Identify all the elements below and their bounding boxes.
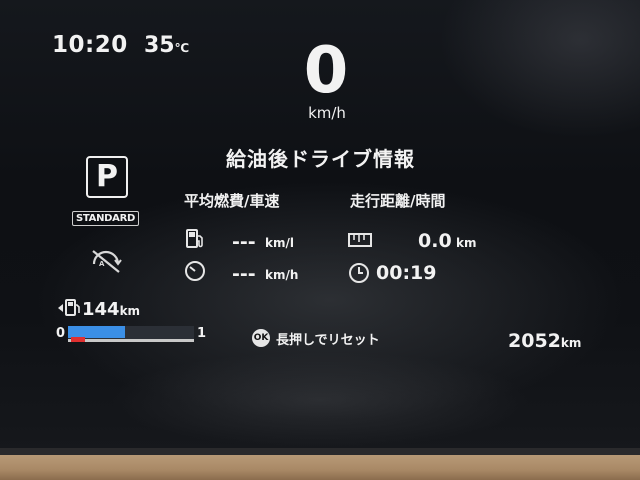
dashboard-trim bbox=[0, 455, 640, 480]
fuel-range-icon bbox=[58, 299, 80, 316]
temperature-unit: ℃ bbox=[174, 41, 190, 55]
range-unit: km bbox=[119, 304, 141, 318]
trip-info-title: 給油後ドライブ情報 bbox=[226, 147, 415, 171]
ruler-icon bbox=[348, 233, 372, 247]
fuel-economy-value: --- bbox=[232, 231, 256, 253]
clock-icon bbox=[349, 263, 369, 283]
fuel-economy-unit: km/l bbox=[265, 236, 294, 250]
average-label: 平均燃費/車速 bbox=[184, 192, 280, 210]
distance-time-label: 走行距離/時間 bbox=[350, 192, 446, 210]
bar-max-label: 1 bbox=[197, 326, 207, 341]
speed-value: 0 bbox=[303, 34, 349, 108]
drive-mode-badge: STANDARD bbox=[72, 211, 139, 226]
auto-stop-off-icon: A bbox=[92, 250, 122, 273]
speed-unit: km/h bbox=[308, 104, 346, 122]
energy-bar-warning bbox=[71, 337, 85, 342]
speedometer-icon bbox=[185, 261, 205, 281]
distance-unit: km bbox=[456, 236, 477, 250]
energy-bar bbox=[68, 326, 194, 342]
outside-temperature: 35℃ bbox=[144, 33, 189, 58]
steering-reflection bbox=[60, 330, 580, 450]
drive-time-value: 00:19 bbox=[376, 262, 437, 284]
energy-bar-baseline bbox=[68, 339, 194, 342]
fuel-pump-icon bbox=[186, 229, 203, 248]
glare bbox=[380, 0, 640, 180]
distance-value: 0.0 bbox=[418, 230, 452, 252]
temperature-value: 35 bbox=[144, 33, 175, 58]
odometer: 2052km bbox=[508, 330, 581, 352]
bar-min-label: 0 bbox=[56, 326, 66, 341]
reset-hint: 長押しでリセット bbox=[276, 333, 380, 348]
cruising-range: 144km bbox=[56, 299, 140, 320]
odometer-unit: km bbox=[560, 336, 582, 350]
range-value: 144 bbox=[82, 299, 120, 320]
odometer-value: 2052 bbox=[508, 330, 561, 352]
park-indicator: P bbox=[86, 156, 128, 198]
clock: 10:20 bbox=[52, 32, 128, 58]
average-speed-unit: km/h bbox=[265, 268, 299, 282]
ok-button-icon: OK bbox=[252, 329, 270, 347]
average-speed-value: --- bbox=[232, 263, 256, 285]
cluster-display: 10:20 35℃ 0 km/h 給油後ドライブ情報 P STANDARD A … bbox=[0, 0, 640, 455]
